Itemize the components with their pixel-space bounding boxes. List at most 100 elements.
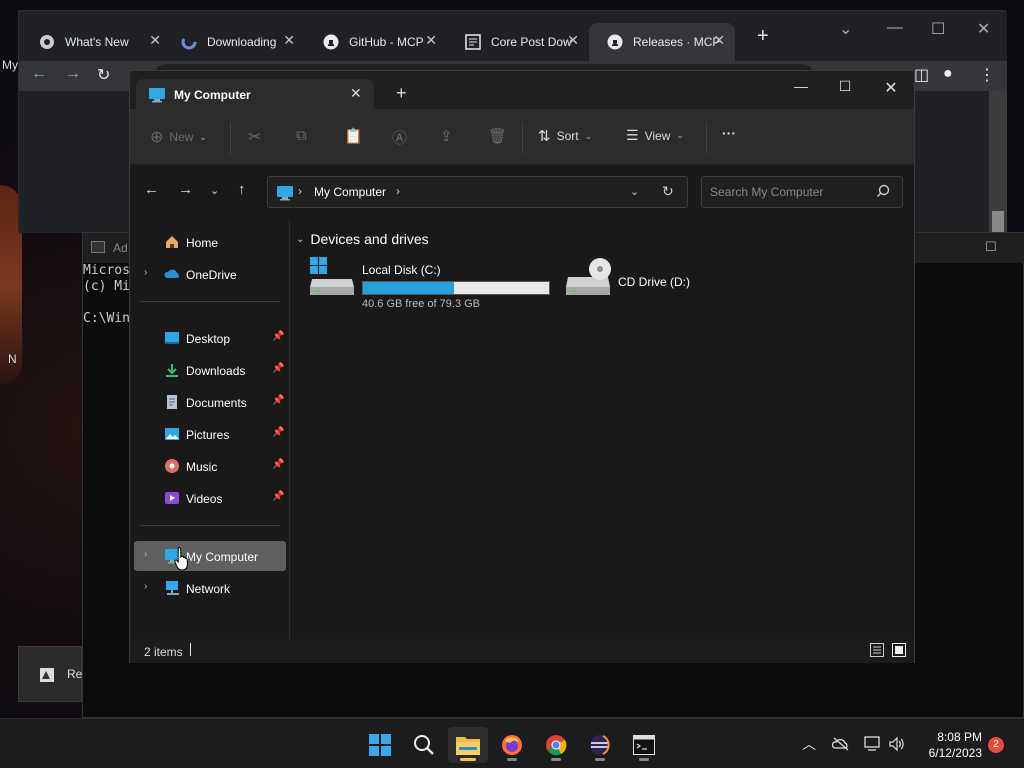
- close-icon[interactable]: ✕: [977, 19, 990, 39]
- computer-icon: [149, 88, 165, 103]
- volume-icon[interactable]: [888, 736, 906, 752]
- nav-item-downloads[interactable]: Downloads 📌: [134, 355, 286, 385]
- nav-item-videos[interactable]: Videos 📌: [134, 483, 286, 513]
- nav-item-my-computer[interactable]: › My Computer: [134, 541, 286, 571]
- drive-item-d[interactable]: CD Drive (D:): [566, 257, 706, 317]
- breadcrumb-chevron-icon[interactable]: ›: [298, 184, 302, 198]
- side-panel-icon[interactable]: ◫: [914, 65, 929, 85]
- running-indicator: [551, 758, 561, 761]
- taskbar-terminal[interactable]: [624, 727, 664, 763]
- drive-item-c[interactable]: Local Disk (C:) 40.6 GB free of 79.3 GB: [310, 257, 560, 317]
- profile-icon[interactable]: ●: [943, 65, 953, 83]
- search-box[interactable]: [701, 176, 903, 208]
- nav-item-documents[interactable]: Documents 📌: [134, 387, 286, 417]
- maximize-icon[interactable]: ☐: [830, 78, 860, 95]
- group-header[interactable]: ⌄ Devices and drives: [296, 231, 429, 247]
- browser-scrollbar[interactable]: [989, 91, 1007, 233]
- reload-icon[interactable]: ↻: [97, 65, 110, 85]
- more-options-icon[interactable]: ···: [722, 125, 736, 141]
- desktop-icon-label-2[interactable]: N: [8, 352, 17, 366]
- browser-tab[interactable]: Core Post Dow ✕: [447, 23, 589, 61]
- close-icon[interactable]: ✕: [713, 32, 725, 49]
- scrollbar-thumb[interactable]: [992, 211, 1004, 233]
- maximize-icon[interactable]: ☐: [985, 239, 997, 255]
- chevron-right-icon[interactable]: ›: [144, 267, 147, 278]
- taskbar-chrome[interactable]: [536, 727, 576, 763]
- breadcrumb-item[interactable]: My Computer: [314, 185, 386, 199]
- network-status-icon[interactable]: [864, 736, 882, 752]
- new-tab-button[interactable]: +: [396, 83, 407, 104]
- browser-tab[interactable]: Downloading ✕: [163, 23, 305, 61]
- view-button[interactable]: ☰ View ⌄: [626, 127, 684, 144]
- browser-tab[interactable]: What's New ✕: [21, 23, 171, 61]
- minimize-icon[interactable]: —: [786, 78, 816, 94]
- view-icon: ☰: [626, 127, 639, 143]
- start-button[interactable]: [360, 727, 400, 763]
- back-icon[interactable]: ←: [144, 181, 159, 198]
- rename-icon[interactable]: Ⓐ: [392, 127, 407, 148]
- chrome-icon: [40, 35, 54, 49]
- taskbar-eclipse[interactable]: [580, 727, 620, 763]
- copy-icon[interactable]: ⧉: [296, 127, 307, 144]
- taskbar-file-explorer[interactable]: [448, 727, 488, 763]
- back-icon[interactable]: ←: [31, 65, 47, 83]
- minimize-icon[interactable]: —: [887, 19, 903, 37]
- forward-icon[interactable]: →: [178, 181, 193, 198]
- nav-item-onedrive[interactable]: › OneDrive: [134, 259, 286, 289]
- onedrive-offline-icon[interactable]: [832, 736, 850, 752]
- show-hidden-icons-icon[interactable]: ︿: [802, 734, 816, 754]
- recent-locations-icon[interactable]: ⌄: [210, 184, 219, 197]
- breadcrumb-chevron-icon[interactable]: ›: [396, 184, 400, 198]
- maximize-icon[interactable]: ☐: [931, 19, 945, 39]
- file-explorer-window[interactable]: My Computer ✕ + — ☐ ✕ ⊕ New ⌄ ✂ ⧉ 📋 Ⓐ ⇪ …: [129, 70, 915, 663]
- browser-tab-active[interactable]: Releases · MCP ✕: [589, 23, 735, 61]
- notification-badge[interactable]: 2: [988, 737, 1004, 753]
- refresh-icon[interactable]: ↻: [662, 183, 674, 200]
- desktop-icon-label[interactable]: My: [2, 58, 18, 72]
- document-icon: [167, 395, 177, 409]
- chevron-down-icon[interactable]: ⌄: [630, 185, 639, 198]
- address-bar[interactable]: › My Computer › ⌄ ↻: [267, 176, 688, 208]
- sort-button[interactable]: ⇅ Sort ⌄: [538, 127, 592, 145]
- forward-icon[interactable]: →: [65, 65, 81, 83]
- drive-name: Local Disk (C:): [362, 263, 441, 277]
- taskbar-firefox[interactable]: [492, 727, 532, 763]
- nav-item-pictures[interactable]: Pictures 📌: [134, 419, 286, 449]
- nav-item-label: Network: [186, 582, 231, 596]
- cut-icon[interactable]: ✂: [248, 127, 261, 147]
- new-button[interactable]: ⊕ New ⌄: [150, 127, 207, 147]
- details-view-icon[interactable]: [870, 643, 884, 657]
- paste-icon[interactable]: 📋: [344, 127, 363, 145]
- chevron-right-icon[interactable]: ›: [144, 549, 147, 560]
- close-icon[interactable]: ✕: [567, 32, 579, 49]
- share-icon[interactable]: ⇪: [440, 127, 453, 145]
- clock-date: 6/12/2023: [928, 746, 982, 760]
- search-input[interactable]: [702, 177, 872, 207]
- close-icon[interactable]: ✕: [283, 32, 295, 49]
- terminal-icon: [633, 735, 655, 755]
- close-icon[interactable]: ✕: [425, 32, 437, 49]
- chevron-down-icon[interactable]: ⌄: [296, 234, 304, 245]
- taskbar-search-button[interactable]: [404, 727, 444, 763]
- tab-search-icon[interactable]: ⌄: [839, 19, 852, 39]
- up-icon[interactable]: ↑: [238, 181, 246, 198]
- large-icons-view-icon[interactable]: [892, 643, 906, 657]
- browser-tab[interactable]: GitHub - MCP ✕: [305, 23, 447, 61]
- clock[interactable]: 8:08 PM 6/12/2023: [912, 729, 982, 761]
- delete-icon[interactable]: 🗑: [488, 127, 507, 145]
- close-icon[interactable]: ✕: [149, 32, 161, 49]
- browser-tab-strip: What's New ✕ Downloading ✕ GitHub - MCP …: [19, 11, 1007, 61]
- search-icon: [877, 184, 890, 197]
- nav-item-home[interactable]: Home: [134, 227, 286, 257]
- nav-item-desktop[interactable]: Desktop 📌: [134, 323, 286, 353]
- close-icon[interactable]: ✕: [350, 85, 362, 102]
- explorer-tab[interactable]: My Computer ✕: [136, 79, 374, 109]
- chevron-right-icon[interactable]: ›: [144, 581, 147, 592]
- drive-usage-fill: [363, 282, 454, 294]
- taskbar-preview[interactable]: Re: [18, 646, 82, 702]
- close-icon[interactable]: ✕: [876, 78, 906, 98]
- nav-item-music[interactable]: Music 📌: [134, 451, 286, 481]
- new-tab-button[interactable]: +: [757, 25, 769, 48]
- nav-item-network[interactable]: › Network: [134, 573, 286, 603]
- menu-icon[interactable]: ⋮: [979, 65, 995, 85]
